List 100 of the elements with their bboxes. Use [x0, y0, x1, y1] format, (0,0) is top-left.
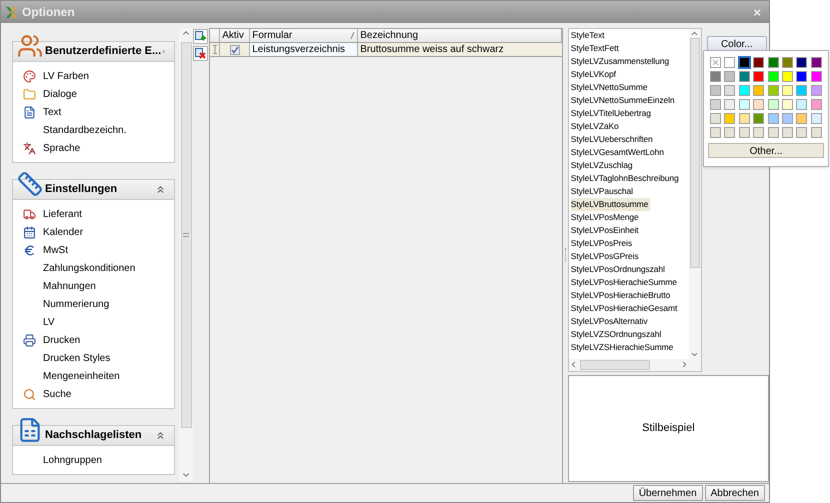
- group-header[interactable]: Benutzerdefinierte E...: [13, 42, 174, 62]
- color-swatch[interactable]: [738, 85, 750, 96]
- style-list-item[interactable]: StyleLVZusammenstellung: [570, 55, 671, 68]
- group-header[interactable]: Nachschlagelisten: [13, 426, 174, 446]
- color-swatch[interactable]: [796, 99, 808, 110]
- style-list-item[interactable]: StyleLVZaKo: [570, 120, 621, 133]
- nav-item[interactable]: Suche: [43, 386, 72, 402]
- color-swatch[interactable]: [796, 71, 808, 82]
- nav-item[interactable]: Drucken Styles: [43, 350, 110, 366]
- color-swatch[interactable]: [782, 99, 793, 110]
- scroll-thumb[interactable]: [690, 38, 700, 268]
- nav-item[interactable]: Zahlungskonditionen: [43, 260, 136, 276]
- color-swatch[interactable]: [782, 113, 793, 124]
- color-swatch[interactable]: [768, 85, 778, 96]
- color-swatch[interactable]: [724, 127, 736, 138]
- style-list-item[interactable]: StyleLVNettoSummeEinzeln: [570, 94, 677, 107]
- style-list-item[interactable]: StyleLVGesamtWertLohn: [570, 146, 666, 159]
- color-swatch[interactable]: [724, 99, 736, 110]
- style-list-item[interactable]: StyleLVPauschal: [570, 185, 635, 198]
- style-list-item[interactable]: StyleLVPosHierachieGesamt: [570, 302, 680, 315]
- style-list-item[interactable]: StyleLVPosHierachieSumme: [570, 276, 679, 289]
- color-swatch[interactable]: [810, 113, 822, 124]
- color-swatch[interactable]: [710, 127, 721, 138]
- color-swatch[interactable]: [710, 85, 721, 96]
- nav-item[interactable]: MwSt: [43, 242, 68, 258]
- scroll-up-icon[interactable]: [690, 29, 700, 38]
- nav-item[interactable]: Mengeneinheiten: [43, 368, 120, 384]
- color-swatch[interactable]: [810, 85, 822, 96]
- style-list-item[interactable]: StyleLVZuschlag: [570, 159, 634, 172]
- dialog-button[interactable]: Übernehmen: [632, 485, 703, 501]
- add-row-button[interactable]: [193, 29, 208, 44]
- delete-row-button[interactable]: [193, 46, 208, 61]
- color-swatch[interactable]: [796, 127, 808, 138]
- color-swatch[interactable]: [782, 127, 793, 138]
- nav-item[interactable]: LV: [43, 314, 54, 330]
- nav-item[interactable]: Mahnungen: [43, 278, 96, 294]
- color-swatch[interactable]: [782, 85, 793, 96]
- grid-row[interactable]: Leistungsverzeichnis Bruttosumme weiss auf schwarz: [210, 43, 562, 57]
- nav-item[interactable]: Dialoge: [43, 86, 77, 102]
- color-swatch[interactable]: [753, 99, 764, 110]
- color-swatch[interactable]: [782, 57, 793, 68]
- color-swatch[interactable]: [738, 99, 750, 110]
- color-swatch[interactable]: [710, 71, 721, 82]
- nav-item[interactable]: Standardbezeichn.: [43, 122, 126, 138]
- color-swatch[interactable]: [738, 71, 750, 82]
- color-swatch[interactable]: [753, 57, 764, 68]
- style-list-item[interactable]: StyleLVPosHierachieBrutto: [570, 289, 672, 302]
- nav-item[interactable]: Sprache: [43, 140, 80, 156]
- style-list-item[interactable]: StyleLVPosPreis: [570, 237, 634, 250]
- style-list-item[interactable]: StyleLVUeberschriften: [570, 133, 655, 146]
- color-swatch[interactable]: [724, 57, 736, 68]
- nav-item[interactable]: Lohngruppen: [43, 452, 102, 468]
- style-list-item[interactable]: StyleText: [570, 29, 606, 42]
- color-swatch[interactable]: [710, 99, 721, 110]
- color-swatch[interactable]: [796, 57, 808, 68]
- scrollbar[interactable]: [568, 358, 701, 371]
- style-list-item[interactable]: StyleTextFett: [570, 42, 621, 55]
- nav-item[interactable]: Lieferant: [43, 206, 82, 222]
- scroll-thumb[interactable]: [580, 360, 650, 370]
- column-header[interactable]: Formular: [250, 29, 358, 42]
- scroll-thumb[interactable]: [180, 42, 192, 428]
- style-list-item[interactable]: StyleLVPosMenge: [570, 211, 641, 224]
- group-header[interactable]: Einstellungen: [13, 180, 174, 200]
- style-list-item[interactable]: StyleLVNettoSumme: [570, 81, 650, 94]
- color-swatch[interactable]: [738, 57, 750, 68]
- color-swatch[interactable]: [782, 71, 793, 82]
- collapse-icon[interactable]: [155, 184, 166, 195]
- style-list-item[interactable]: StyleLVPosEinheit: [570, 224, 640, 237]
- style-list-item[interactable]: StyleLVPosOrdnungszahl: [570, 263, 667, 276]
- nav-item[interactable]: Drucken: [43, 332, 80, 348]
- style-list-item[interactable]: StyleLVBruttosumme: [570, 198, 650, 211]
- color-swatch[interactable]: [768, 71, 778, 82]
- checkbox[interactable]: [230, 44, 240, 54]
- collapse-icon[interactable]: [155, 430, 166, 441]
- color-swatch[interactable]: [810, 57, 822, 68]
- style-list-item[interactable]: StyleLVZSHierachieSumme: [570, 341, 676, 354]
- scrollbar[interactable]: [179, 28, 194, 482]
- style-list-item[interactable]: StyleLVPosAlternativ: [570, 315, 650, 328]
- color-swatch[interactable]: [724, 113, 736, 124]
- color-swatch[interactable]: [796, 113, 808, 124]
- style-list-item[interactable]: StyleLVTaglohnBeschreibung: [570, 172, 681, 185]
- color-swatch[interactable]: [768, 57, 778, 68]
- color-swatch[interactable]: [810, 99, 822, 110]
- dialog-button[interactable]: Abbrechen: [704, 485, 765, 501]
- color-swatch[interactable]: [753, 113, 764, 124]
- color-swatch[interactable]: [753, 85, 764, 96]
- color-swatch[interactable]: [753, 71, 764, 82]
- style-list-item[interactable]: StyleLVKopf: [570, 68, 618, 81]
- color-swatch[interactable]: [768, 127, 778, 138]
- color-swatch[interactable]: [738, 113, 750, 124]
- color-swatch[interactable]: [724, 85, 736, 96]
- color-swatch[interactable]: [810, 127, 822, 138]
- nav-item[interactable]: Nummerierung: [43, 296, 110, 312]
- style-list-item[interactable]: StyleLVTitelUebertrag: [570, 107, 653, 120]
- color-swatch[interactable]: [796, 85, 808, 96]
- color-swatch[interactable]: [768, 99, 778, 110]
- color-swatch[interactable]: [710, 113, 721, 124]
- color-swatch[interactable]: [738, 127, 750, 138]
- color-swatch[interactable]: [768, 113, 778, 124]
- color-swatch[interactable]: [724, 71, 736, 82]
